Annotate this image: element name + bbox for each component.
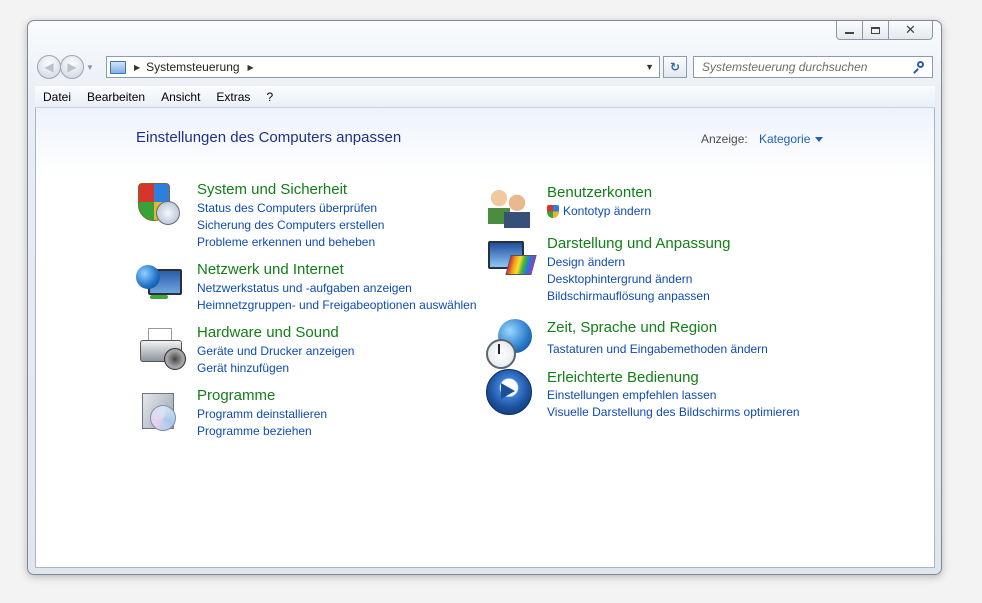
minimize-button[interactable]: [836, 21, 863, 40]
category-link[interactable]: Heimnetzgruppen- und Freigabeoptionen au…: [197, 298, 477, 312]
category-link[interactable]: Programme beziehen: [197, 424, 312, 438]
shield-icon[interactable]: [136, 181, 184, 229]
forward-arrow-icon: ▶: [67, 60, 77, 74]
recent-pages-dropdown-icon[interactable]: ▼: [86, 63, 94, 72]
users-icon[interactable]: [486, 184, 534, 232]
category-link[interactable]: Desktophintergrund ändern: [547, 272, 692, 286]
category-title[interactable]: System und Sicherheit: [197, 181, 347, 198]
control-panel-icon: [110, 60, 126, 74]
category-title[interactable]: Zeit, Sprache und Region: [547, 319, 717, 336]
category-title[interactable]: Darstellung und Anpassung: [547, 235, 730, 252]
printer-icon[interactable]: [136, 324, 186, 372]
minimize-icon: [845, 32, 854, 34]
caption-buttons: ✕: [836, 21, 933, 40]
menu-bearbeiten[interactable]: Bearbeiten: [79, 90, 153, 104]
breadcrumb-systemsteuerung[interactable]: Systemsteuerung: [146, 60, 239, 74]
category-link[interactable]: Status des Computers überprüfen: [197, 201, 377, 215]
menu-extras[interactable]: Extras: [208, 90, 258, 104]
refresh-icon: ↻: [669, 60, 681, 74]
back-arrow-icon: ◀: [44, 60, 54, 74]
menu-datei[interactable]: Datei: [35, 90, 79, 104]
category-link[interactable]: Gerät hinzufügen: [197, 361, 289, 375]
category-link[interactable]: Geräte und Drucker anzeigen: [197, 344, 354, 358]
page-title: Einstellungen des Computers anpassen: [136, 129, 402, 146]
address-dropdown-icon[interactable]: ▼: [645, 62, 654, 72]
control-panel-window: ✕ ◀ ▶ ▼ ▶ Systemsteuerung ▶ ▼ ↻ Datei Be…: [27, 20, 942, 575]
refresh-button[interactable]: ↻: [663, 56, 687, 78]
program-box-icon[interactable]: [136, 387, 184, 435]
category-title[interactable]: Benutzerkonten: [547, 184, 652, 201]
menu-help[interactable]: ?: [258, 90, 281, 104]
close-icon: ✕: [905, 22, 916, 37]
search-input[interactable]: [694, 58, 912, 76]
category-link[interactable]: Probleme erkennen und beheben: [197, 235, 375, 249]
menu-bar: Datei Bearbeiten Ansicht Extras ?: [35, 86, 935, 108]
category-link[interactable]: Kontotyp ändern: [563, 204, 651, 218]
category-title[interactable]: Netzwerk und Internet: [197, 261, 344, 278]
view-by-dropdown[interactable]: Kategorie: [759, 132, 810, 146]
category-title[interactable]: Programme: [197, 387, 275, 404]
category-title[interactable]: Hardware und Sound: [197, 324, 339, 341]
category-link[interactable]: Visuelle Darstellung des Bildschirms opt…: [547, 405, 800, 419]
ease-of-access-icon[interactable]: [486, 369, 534, 417]
uac-shield-icon: [547, 205, 559, 218]
category-link[interactable]: Einstellungen empfehlen lassen: [547, 388, 716, 402]
category-link[interactable]: Design ändern: [547, 255, 625, 269]
content-pane: Einstellungen des Computers anpassen Anz…: [35, 108, 935, 568]
display-icon[interactable]: [486, 235, 537, 283]
clock-globe-icon[interactable]: [486, 319, 534, 369]
forward-button[interactable]: ▶: [60, 55, 84, 79]
close-button[interactable]: ✕: [889, 21, 933, 40]
menu-ansicht[interactable]: Ansicht: [153, 90, 208, 104]
breadcrumb-separator-icon[interactable]: ▶: [248, 63, 254, 72]
category-link[interactable]: Bildschirmauflösung anpassen: [547, 289, 710, 303]
address-bar[interactable]: ▶ Systemsteuerung ▶ ▼: [106, 56, 660, 78]
navigation-buttons: ◀ ▶ ▼: [37, 55, 94, 79]
view-by-label: Anzeige:: [701, 132, 748, 146]
search-icon[interactable]: [912, 58, 930, 76]
maximize-icon: [871, 26, 880, 34]
maximize-button[interactable]: [863, 21, 889, 40]
category-link[interactable]: Sicherung des Computers erstellen: [197, 218, 384, 232]
search-box: [693, 56, 933, 78]
chevron-down-icon[interactable]: [815, 137, 823, 142]
category-title[interactable]: Erleichterte Bedienung: [547, 369, 699, 386]
back-button[interactable]: ◀: [37, 55, 61, 79]
category-link[interactable]: Programm deinstallieren: [197, 407, 327, 421]
breadcrumb-separator-icon[interactable]: ▶: [134, 63, 140, 72]
category-link[interactable]: Netzwerkstatus und -aufgaben anzeigen: [197, 281, 412, 295]
network-globe-icon[interactable]: [136, 261, 184, 309]
category-link[interactable]: Tastaturen und Eingabemethoden ändern: [547, 342, 768, 356]
